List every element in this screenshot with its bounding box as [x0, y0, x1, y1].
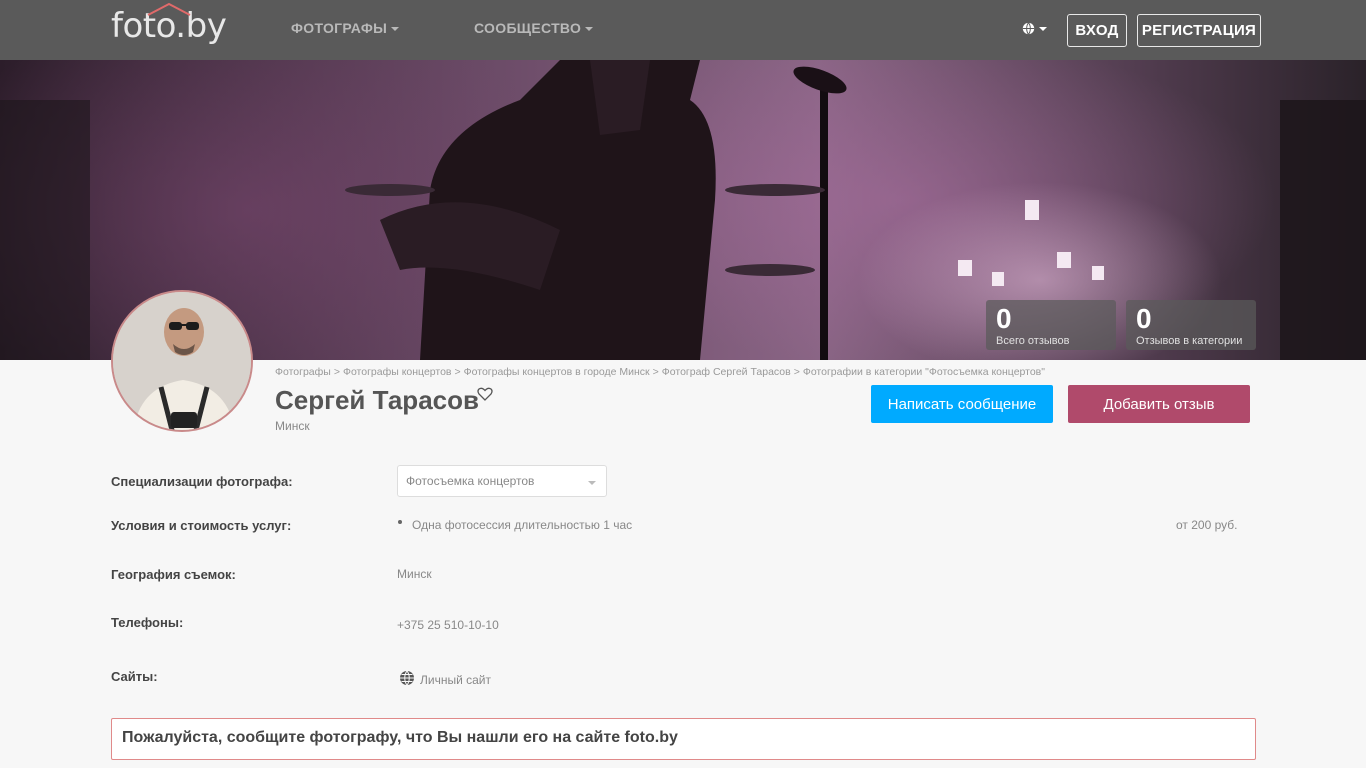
photographer-name: Сергей Тарасов — [275, 385, 479, 415]
geography-value: Минск — [397, 567, 432, 581]
specialization-select-value: Фотосъемка концертов — [406, 474, 535, 488]
caret-down-icon — [588, 481, 596, 485]
phone-value[interactable]: +375 25 510-10-10 — [397, 618, 499, 632]
nav-community[interactable]: СООБЩЕСТВО — [474, 20, 594, 36]
language-switcher[interactable] — [1022, 20, 1047, 38]
send-message-button[interactable]: Написать сообщение — [871, 385, 1053, 423]
total-reviews-stat: 0 Всего отзывов — [986, 300, 1116, 350]
specialization-select[interactable]: Фотосъемка концертов — [397, 465, 607, 497]
caret-down-icon — [391, 27, 400, 32]
services-label: Условия и стоимость услуг: — [111, 518, 292, 533]
total-reviews-label: Всего отзывов — [996, 335, 1070, 347]
breadcrumb-item[interactable]: Фотограф Сергей Тарасов — [662, 366, 791, 378]
personal-site-link[interactable]: Личный сайт — [420, 673, 491, 687]
breadcrumb-item[interactable]: Фотографии в категории "Фотосъемка конце… — [803, 366, 1045, 378]
login-button[interactable]: ВХОД — [1067, 14, 1127, 47]
sites-label: Сайты: — [111, 669, 158, 684]
category-reviews-stat: 0 Отзывов в категории — [1126, 300, 1256, 350]
category-reviews-label: Отзывов в категории — [1136, 335, 1243, 347]
total-reviews-count: 0 — [996, 303, 1012, 334]
globe-icon — [400, 670, 414, 686]
globe-icon — [1022, 22, 1035, 35]
breadcrumb: Фотографы > Фотографы концертов > Фотографы … — [275, 366, 1045, 378]
breadcrumb-item[interactable]: Фотографы — [275, 366, 331, 378]
nav-photographers-label: ФОТОГРАФЫ — [291, 20, 388, 36]
geography-label: География съемок: — [111, 567, 236, 582]
breadcrumb-item[interactable]: Фотографы концертов в городе Минск — [464, 366, 650, 378]
specializations-label: Специализации фотографа: — [111, 474, 293, 489]
add-review-button[interactable]: Добавить отзыв — [1068, 385, 1250, 423]
bullet-icon — [398, 520, 402, 524]
logo-roof-icon — [147, 2, 191, 16]
avatar-portrait — [113, 292, 251, 430]
category-reviews-count: 0 — [1136, 303, 1152, 334]
photographer-city: Минск — [275, 419, 310, 433]
service-price: от 200 руб. — [1176, 518, 1238, 532]
notice-banner: Пожалуйста, сообщите фотографу, что Вы н… — [111, 718, 1256, 760]
avatar[interactable] — [111, 290, 253, 432]
top-navbar: foto.by ФОТОГРАФЫ СООБЩЕСТВО ВХОД РЕГИСТ… — [0, 0, 1366, 60]
caret-down-icon — [1039, 26, 1047, 31]
nav-photographers[interactable]: ФОТОГРАФЫ — [291, 20, 400, 36]
nav-community-label: СООБЩЕСТВО — [474, 20, 582, 36]
breadcrumb-item[interactable]: Фотографы концертов — [343, 366, 452, 378]
phones-label: Телефоны: — [111, 615, 184, 630]
heart-icon[interactable] — [477, 387, 493, 401]
caret-down-icon — [585, 27, 594, 32]
service-name: Одна фотосессия длительностью 1 час — [412, 518, 633, 532]
register-button[interactable]: РЕГИСТРАЦИЯ — [1137, 14, 1261, 47]
